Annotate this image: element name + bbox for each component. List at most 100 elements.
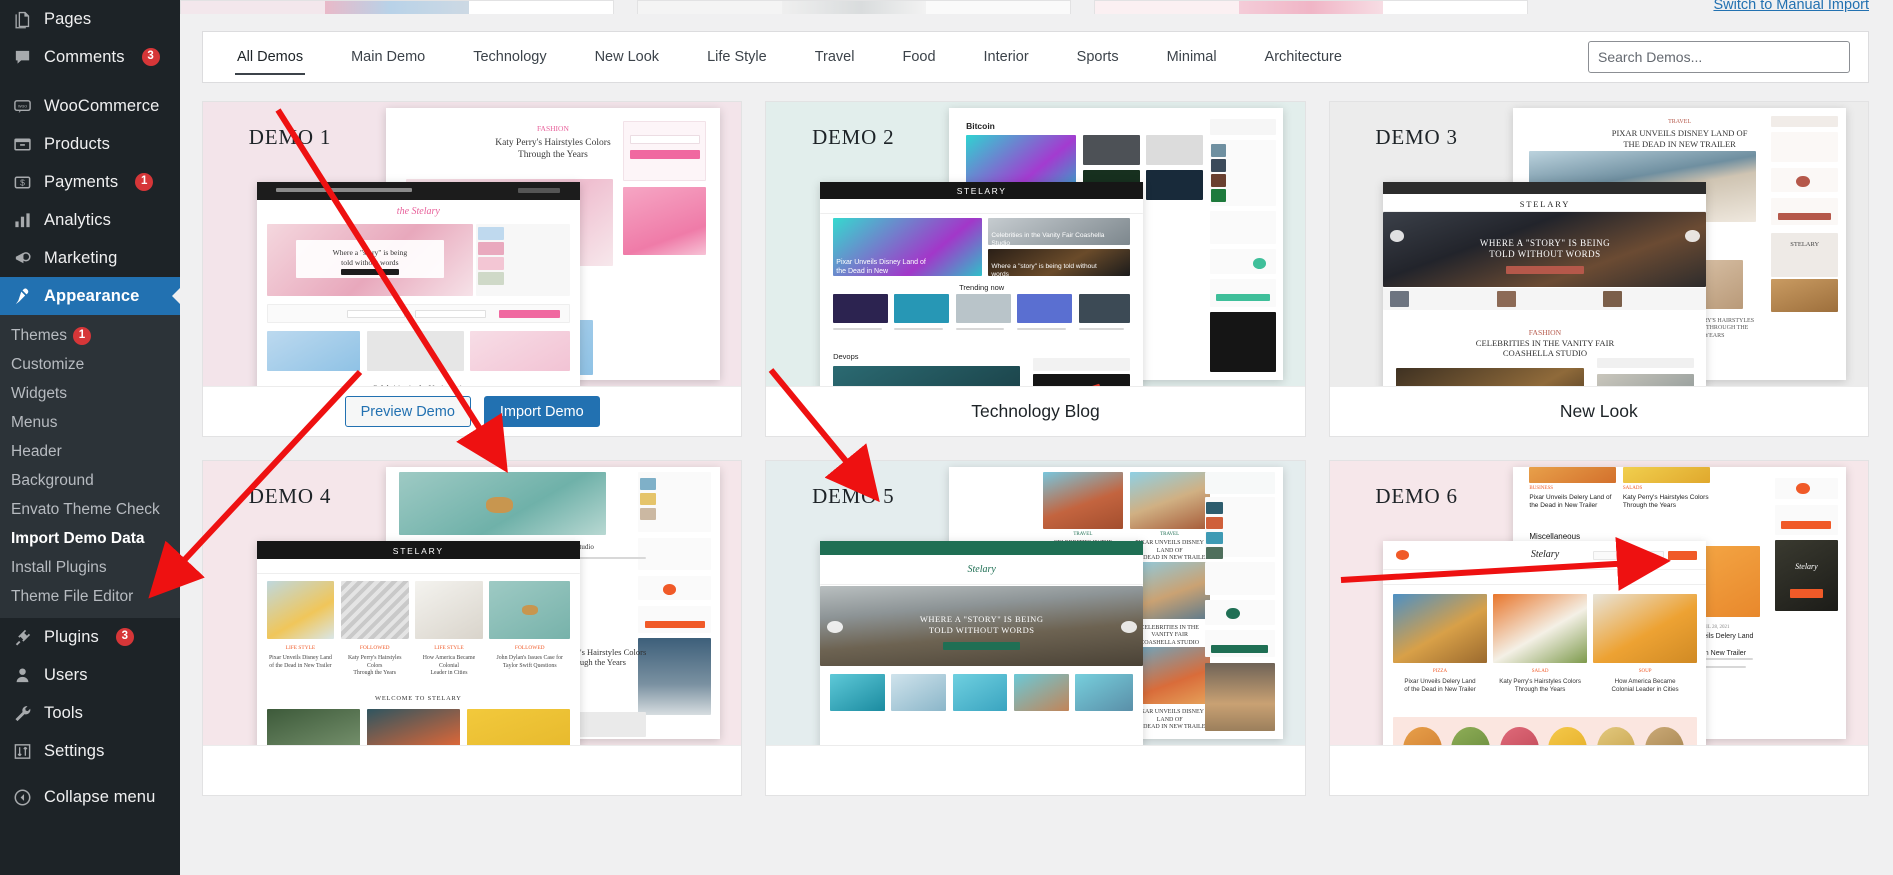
demo-card-footer [1329,745,1868,795]
switch-to-manual-import-link[interactable]: Switch to Manual Import [1713,0,1869,13]
tab-sports[interactable]: Sports [1053,32,1143,82]
analytics-icon [11,209,33,231]
tab-food[interactable]: Food [878,32,959,82]
submenu-item-customize[interactable]: Customize [0,350,180,379]
sidebar-item-label: Analytics [44,210,111,229]
themes-badge: 1 [73,326,91,345]
submenu-item-background[interactable]: Background [0,466,180,495]
submenu-label: Themes [11,326,67,344]
demo-title: New Look [1559,401,1638,421]
submenu-item-themes[interactable]: Themes 1 [0,321,180,350]
demo-thumbnail[interactable]: FASHION Katy Perry's Hairstyles Colors Th… [203,102,742,386]
sidebar-item-label: Collapse menu [44,787,156,806]
tab-label: Travel [814,49,855,65]
sidebar-item-label: Products [44,134,110,153]
demo-label: DEMO 6 [1375,483,1458,508]
appearance-icon [11,285,33,307]
cut-off-card[interactable] [637,0,1071,14]
demo-card-1[interactable]: FASHION Katy Perry's Hairstyles Colors Th… [202,101,743,437]
submenu-item-theme-file-editor[interactable]: Theme File Editor [0,582,180,611]
tab-label: Main Demo [351,49,426,65]
submenu-label: Install Plugins [11,558,107,576]
sidebar-item-label: Tools [44,703,84,722]
demo-label: DEMO 1 [248,124,332,149]
tab-label: New Look [594,49,660,65]
demo-card-footer [766,745,1305,795]
tab-travel[interactable]: Travel [791,32,879,82]
demo-filter-tabbar: All Demos Main Demo Technology New Look … [202,31,1869,83]
demo-card-footer [203,745,742,795]
sidebar-item-settings[interactable]: Settings [0,732,180,770]
demo-thumbnail[interactable]: Coashella Studio Katy Perry's Hairstyles… [203,461,742,745]
demo-thumbnail[interactable]: TRAVEL TRAVEL CELEBRITIES IN THE VANITY … [766,461,1305,745]
demo-card-footer: New Look [1329,386,1868,436]
submenu-label: Background [11,471,94,489]
cut-off-card[interactable] [180,0,614,14]
tools-icon [11,702,33,724]
submenu-label: Menus [11,413,58,431]
sidebar-item-comments[interactable]: Comments 3 [0,38,180,76]
cut-off-card-row [180,0,1893,14]
submenu-label: Header [11,442,62,460]
submenu-item-import-demo-data[interactable]: Import Demo Data [0,524,180,553]
tab-interior[interactable]: Interior [960,32,1053,82]
submenu-label: Import Demo Data [11,529,145,547]
tab-architecture[interactable]: Architecture [1241,32,1366,82]
tab-new-look[interactable]: New Look [571,32,683,82]
sidebar-item-pages[interactable]: Pages [0,0,180,38]
sidebar-item-users[interactable]: Users [0,656,180,694]
cut-off-card[interactable] [1094,0,1528,14]
sidebar-item-collapse-menu[interactable]: Collapse menu [0,778,180,816]
submenu-label: Customize [11,355,85,373]
tab-technology[interactable]: Technology [449,32,570,82]
submenu-item-header[interactable]: Header [0,437,180,466]
products-icon [11,133,33,155]
demo-card-2[interactable]: Bitcoin STELARY Pixar Unveils Disney Lan… [765,101,1306,437]
payments-icon: $ [11,171,33,193]
import-demo-button[interactable]: Import Demo [483,396,600,427]
demo-thumbnail[interactable]: BUSINESS SALADS Pixar Unveils Delery Lan… [1329,461,1868,745]
demo-thumbnail[interactable]: TRAVEL PIXAR UNVEILS DISNEY LAND OF THE D… [1329,102,1868,386]
submenu-item-envato-theme-check[interactable]: Envato Theme Check [0,495,180,524]
tab-label: Technology [473,49,547,65]
sidebar-item-woocommerce[interactable]: woo WooCommerce [0,87,180,125]
demo-title: Technology Blog [971,401,1100,421]
sidebar-item-label: WooCommerce [44,96,160,115]
sidebar-divider [0,76,180,87]
main-content: Switch to Manual Import All Demos Main D… [180,0,1893,875]
search-input[interactable] [1588,41,1850,73]
sidebar-item-products[interactable]: Products [0,125,180,163]
tab-all-demos[interactable]: All Demos [213,32,327,82]
demo-label: DEMO 3 [1375,124,1458,149]
demo-card-3[interactable]: TRAVEL PIXAR UNVEILS DISNEY LAND OF THE D… [1328,101,1869,437]
tab-life-style[interactable]: Life Style [683,32,791,82]
sidebar-item-payments[interactable]: $ Payments 1 [0,163,180,201]
sidebar-item-label: Settings [44,741,105,760]
preview-demo-button[interactable]: Preview Demo [344,396,471,427]
demo-thumbnail[interactable]: Bitcoin STELARY Pixar Unveils Disney Lan… [766,102,1305,386]
submenu-item-menus[interactable]: Menus [0,408,180,437]
pages-icon [11,8,33,30]
demo-label: DEMO 4 [248,483,332,508]
submenu-item-install-plugins[interactable]: Install Plugins [0,553,180,582]
demo-grid: FASHION Katy Perry's Hairstyles Colors Th… [180,83,1893,796]
submenu-item-widgets[interactable]: Widgets [0,379,180,408]
submenu-label: Theme File Editor [11,587,134,605]
appearance-submenu: Themes 1 Customize Widgets Menus Header … [0,315,180,618]
sidebar-item-appearance[interactable]: Appearance [0,277,180,315]
tab-label: Minimal [1166,49,1217,65]
tab-label: Sports [1076,49,1119,65]
tab-minimal[interactable]: Minimal [1143,32,1241,82]
sidebar-item-plugins[interactable]: Plugins 3 [0,618,180,656]
demo-card-footer: Preview Demo Import Demo [203,386,742,436]
tab-main-demo[interactable]: Main Demo [327,32,449,82]
comments-badge: 3 [141,48,160,66]
sidebar-item-marketing[interactable]: Marketing [0,239,180,277]
sidebar-item-tools[interactable]: Tools [0,694,180,732]
demo-card-5[interactable]: TRAVEL TRAVEL CELEBRITIES IN THE VANITY … [765,460,1306,796]
demo-card-6[interactable]: BUSINESS SALADS Pixar Unveils Delery Lan… [1328,460,1869,796]
demo-card-4[interactable]: Coashella Studio Katy Perry's Hairstyles… [202,460,743,796]
sidebar-item-label: Users [44,665,88,684]
sidebar-item-analytics[interactable]: Analytics [0,201,180,239]
settings-icon [11,740,33,762]
